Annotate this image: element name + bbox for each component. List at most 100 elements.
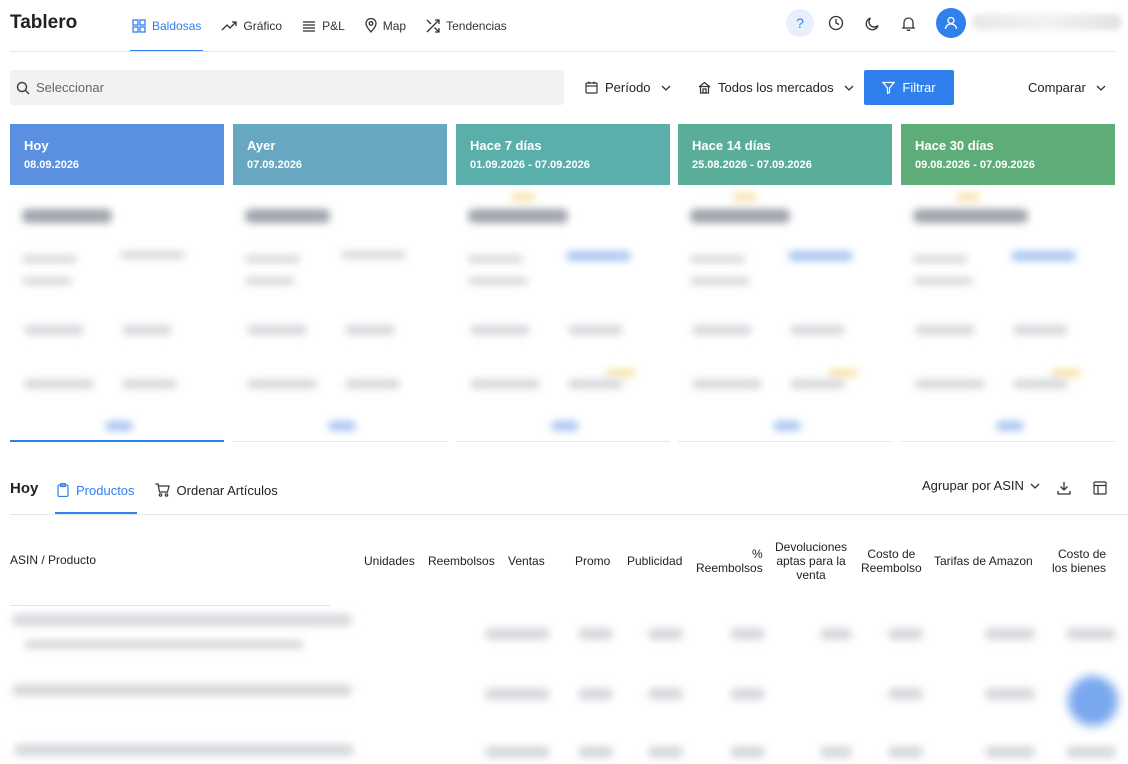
filter-button[interactable]: Filtrar [864, 70, 954, 105]
redacted-value [468, 209, 568, 223]
col-line: Costo de [1058, 547, 1107, 561]
col-costo-bienes[interactable]: Costo de los bienes [1052, 547, 1106, 575]
list-icon [303, 20, 316, 32]
tab-productos[interactable]: Productos [55, 466, 137, 514]
redacted-label [568, 379, 623, 389]
period-dropdown[interactable]: Período [585, 70, 671, 105]
search-input[interactable] [36, 80, 536, 95]
help-glyph: ? [796, 15, 804, 31]
card-metrics-redacted [10, 185, 224, 442]
card-title: Hace 30 días [915, 138, 994, 153]
redacted-label [247, 379, 317, 389]
col-tarifas-amazon[interactable]: Tarifas de Amazon [934, 554, 1033, 568]
redacted-label [247, 325, 307, 335]
col-reembolsos[interactable]: Reembolsos [428, 554, 495, 568]
section-title: Hoy [10, 480, 39, 497]
redacted-cell [730, 628, 765, 640]
card-date: 25.08.2026 - 07.09.2026 [692, 159, 812, 171]
nav-item-grafico[interactable]: Gráfico [219, 0, 284, 51]
redacted-badge [828, 369, 858, 377]
card-date: 01.09.2026 - 07.09.2026 [470, 159, 590, 171]
top-bar: Tablero Baldosas Gráfico P&L Map Tendenc… [0, 0, 1128, 52]
table-row[interactable] [12, 614, 352, 626]
redacted-label [120, 251, 185, 259]
section-tabs: Productos Ordenar Artículos [55, 466, 296, 514]
card-date: 07.09.2026 [247, 159, 303, 171]
card-metrics-redacted [233, 185, 447, 442]
redacted-cell [985, 628, 1035, 640]
col-pct-reembolsos[interactable]: % Reembolsos [696, 547, 763, 575]
redacted-cell [888, 628, 923, 640]
table-row[interactable] [14, 744, 354, 756]
markets-dropdown[interactable]: Todos los mercados [698, 70, 854, 105]
redacted-link [788, 251, 853, 261]
download-icon[interactable] [1054, 478, 1074, 498]
card-header: Hoy 08.09.2026 [10, 124, 224, 185]
redacted-cell [1066, 746, 1116, 758]
redacted-badge [511, 193, 535, 201]
section-divider [10, 514, 1128, 515]
redacted-cell [730, 688, 765, 700]
redacted-label [913, 277, 973, 285]
clipboard-icon [57, 483, 69, 497]
nav-item-tendencias[interactable]: Tendencias [424, 0, 509, 51]
search-icon [16, 81, 30, 95]
user-name-redacted[interactable] [972, 14, 1122, 30]
table-header-divider [10, 605, 330, 606]
redacted-cell [985, 746, 1035, 758]
card-title: Ayer [247, 138, 276, 153]
tab-ordenar-articulos[interactable]: Ordenar Artículos [153, 466, 280, 514]
nav-item-map[interactable]: Map [363, 0, 408, 51]
col-asin-producto[interactable]: ASIN / Producto [10, 553, 96, 567]
redacted-label [790, 325, 845, 335]
card-date: 09.08.2026 - 07.09.2026 [915, 159, 1035, 171]
col-costo-reembolso[interactable]: Costo de Reembolso [861, 547, 922, 575]
redacted-cell [820, 746, 852, 758]
table-row[interactable] [12, 684, 352, 696]
user-icon [944, 16, 958, 30]
col-line: Reembolsos [696, 561, 763, 575]
redacted-label [1013, 379, 1068, 389]
moon-icon[interactable] [858, 9, 886, 37]
search-box[interactable] [10, 70, 564, 105]
period-card-today[interactable]: Hoy 08.09.2026 [10, 124, 224, 442]
col-promo[interactable]: Promo [575, 554, 610, 568]
redacted-link [996, 421, 1024, 431]
col-ventas[interactable]: Ventas [508, 554, 545, 568]
redacted-link [566, 251, 631, 261]
period-card-14-days[interactable]: Hace 14 días 25.08.2026 - 07.09.2026 [678, 124, 892, 442]
chevron-down-icon [661, 85, 671, 91]
bell-icon[interactable] [894, 9, 922, 37]
nav-label: Baldosas [152, 18, 202, 33]
chat-fab-button[interactable] [1068, 676, 1118, 726]
compare-dropdown[interactable]: Comparar [1028, 70, 1106, 105]
col-publicidad[interactable]: Publicidad [627, 554, 682, 568]
col-devoluciones[interactable]: Devoluciones aptas para la venta [775, 540, 847, 582]
card-header: Hace 30 días 09.08.2026 - 07.09.2026 [901, 124, 1115, 185]
col-unidades[interactable]: Unidades [364, 554, 415, 568]
redacted-label [468, 277, 528, 285]
redacted-cell [578, 628, 613, 640]
history-clock-icon[interactable] [822, 9, 850, 37]
card-title: Hace 7 días [470, 138, 542, 153]
col-line: Reembolso [861, 561, 922, 575]
period-card-30-days[interactable]: Hace 30 días 09.08.2026 - 07.09.2026 [901, 124, 1115, 442]
card-metrics-redacted [901, 185, 1115, 442]
period-card-yesterday[interactable]: Ayer 07.09.2026 [233, 124, 447, 442]
redacted-badge [606, 369, 636, 377]
map-pin-icon [365, 18, 377, 33]
redacted-link [328, 421, 356, 431]
nav-item-pl[interactable]: P&L [300, 0, 347, 51]
redacted-label [22, 255, 77, 263]
redacted-label [692, 325, 752, 335]
redacted-value [690, 209, 790, 223]
group-by-dropdown[interactable]: Agrupar por ASIN [922, 478, 1040, 493]
user-avatar[interactable] [936, 8, 966, 38]
nav-item-baldosas[interactable]: Baldosas [130, 0, 204, 52]
header-actions: ? [786, 8, 966, 38]
period-card-7-days[interactable]: Hace 7 días 01.09.2026 - 07.09.2026 [456, 124, 670, 442]
table-settings-icon[interactable] [1090, 478, 1110, 498]
help-icon[interactable]: ? [786, 9, 814, 37]
redacted-cell [485, 688, 550, 700]
nav-label: Tendencias [446, 18, 507, 33]
